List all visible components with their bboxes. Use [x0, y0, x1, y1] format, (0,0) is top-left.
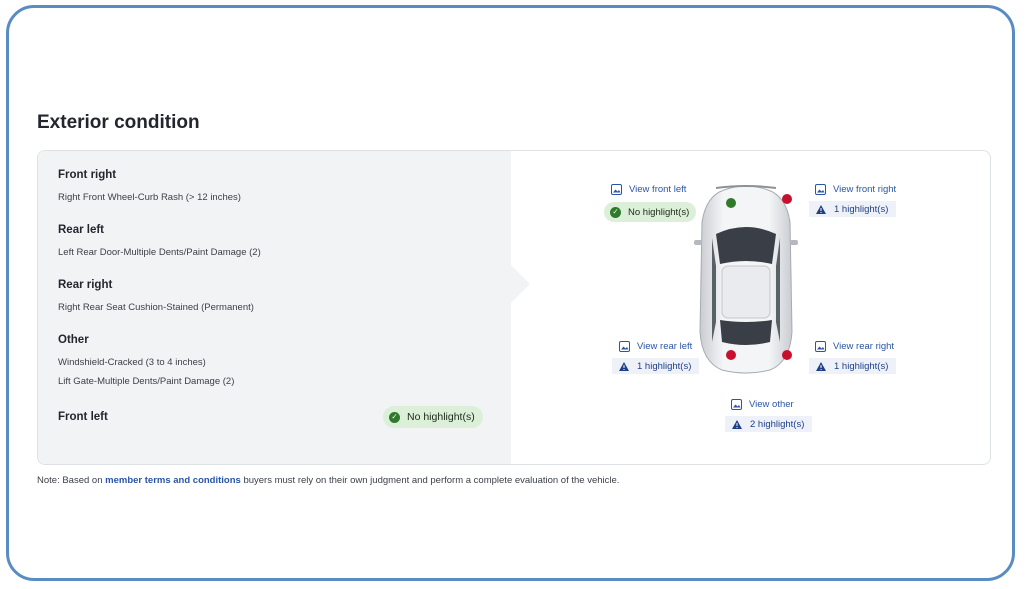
other-item: Lift Gate-Multiple Dents/Paint Damage (2… [58, 376, 235, 387]
front-right-item: Right Front Wheel-Curb Rash (> 12 inches… [58, 192, 241, 203]
member-terms-link[interactable]: member terms and conditions [105, 475, 241, 486]
view-rear-left-link[interactable]: View rear left [619, 341, 692, 352]
image-icon [619, 341, 630, 352]
rear-left-diagram-badge: 1 highlight(s) [612, 358, 700, 374]
rear-right-item: Right Rear Seat Cushion-Stained (Permane… [58, 302, 254, 313]
warning-icon [732, 419, 742, 429]
check-circle-icon: ✓ [610, 206, 621, 218]
front-right-diagram-badge: 1 highlight(s) [809, 201, 897, 217]
warning-icon [816, 204, 826, 214]
front-left-status-badge: ✓ No highlight(s) [383, 406, 483, 428]
other-heading: Other [58, 334, 89, 346]
damage-list-panel: Front right Right Front Wheel-Curb Rash … [38, 151, 511, 464]
rear-left-item: Left Rear Door-Multiple Dents/Paint Dama… [58, 247, 261, 258]
car-top-view [694, 185, 798, 374]
view-front-right-link[interactable]: View front right [815, 184, 896, 195]
rear-right-diagram-badge: 1 highlight(s) [809, 358, 897, 374]
image-icon [815, 341, 826, 352]
section-title: Exterior condition [37, 112, 200, 133]
rear-right-heading: Rear right [58, 279, 113, 291]
view-rear-right-link[interactable]: View rear right [815, 341, 894, 352]
note-suffix: buyers must rely on their own judgment a… [240, 475, 620, 486]
view-other-link[interactable]: View other [731, 399, 794, 410]
image-icon [611, 184, 622, 195]
front-right-heading: Front right [58, 169, 117, 181]
rear-left-heading: Rear left [58, 224, 105, 236]
front-left-heading: Front left [58, 411, 108, 423]
warning-icon [816, 361, 826, 371]
front-left-marker [726, 198, 736, 208]
check-circle-icon: ✓ [389, 411, 400, 423]
rear-right-marker [782, 350, 792, 360]
image-icon [815, 184, 826, 195]
warning-icon [619, 361, 629, 371]
view-front-left-link[interactable]: View front left [611, 184, 686, 195]
badge-label: No highlight(s) [407, 411, 475, 423]
rear-left-marker [726, 350, 736, 360]
image-icon [731, 399, 742, 410]
front-left-diagram-badge: ✓ No highlight(s) [604, 202, 697, 222]
note-prefix: Note: Based on [37, 475, 106, 486]
other-diagram-badge: 2 highlight(s) [725, 416, 813, 432]
panel-pointer [511, 265, 530, 303]
other-item: Windshield-Cracked (3 to 4 inches) [58, 357, 206, 368]
front-right-marker [782, 194, 792, 204]
exterior-condition-card: Front right Right Front Wheel-Curb Rash … [37, 150, 991, 465]
disclaimer-note: Note: Based on member terms and conditio… [37, 475, 619, 486]
